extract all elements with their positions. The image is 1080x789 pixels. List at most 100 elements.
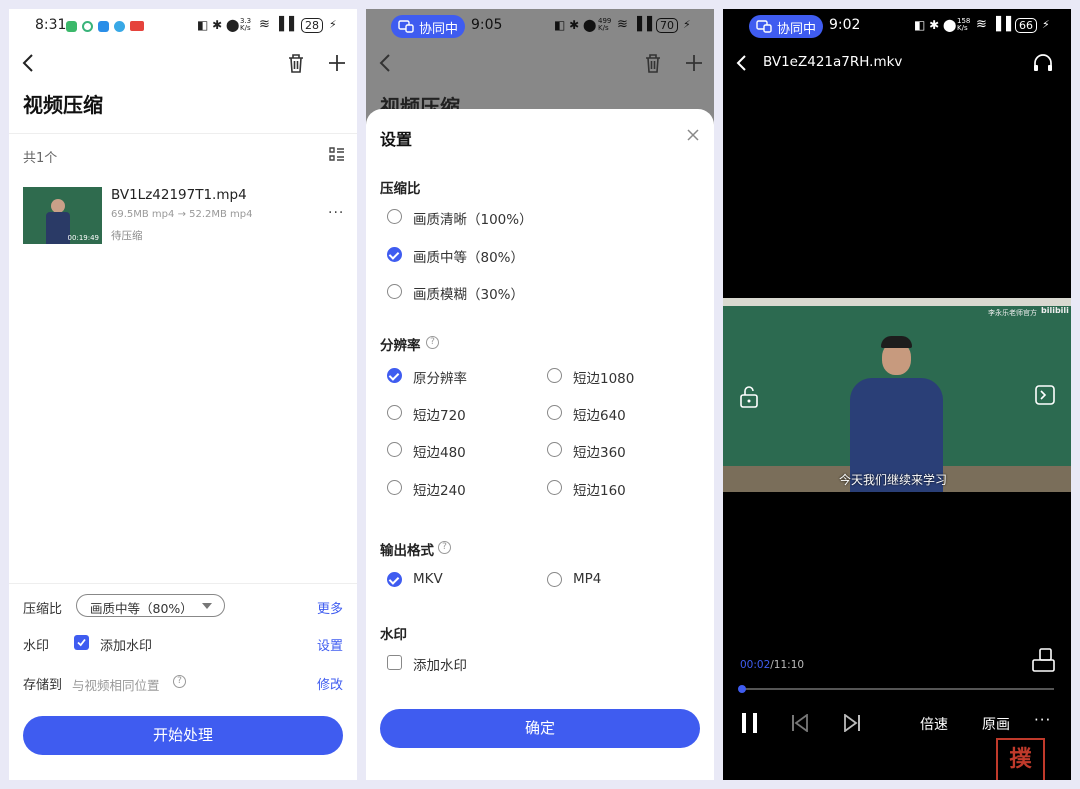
format-option-label[interactable]: MKV — [413, 571, 443, 587]
app-notification-icon — [98, 21, 109, 32]
compress-option-radio[interactable] — [387, 284, 402, 299]
next-icon[interactable] — [843, 714, 861, 732]
app-notification-icon — [82, 21, 93, 32]
compress-option-label[interactable]: 画质清晰（100%） — [413, 208, 533, 228]
collab-badge[interactable]: 协同中 — [391, 15, 465, 38]
charging-icon: ⚡ — [1042, 18, 1050, 31]
compress-dropdown[interactable]: 画质中等（80%） — [76, 594, 225, 617]
battery-icon: 28 — [301, 18, 323, 33]
status-time: 8:31 — [35, 17, 67, 33]
status-time: 9:02 — [829, 17, 861, 33]
playback-speed-button[interactable]: 倍速 — [920, 714, 948, 734]
charging-icon: ⚡ — [683, 18, 691, 31]
quality-button[interactable]: 原画 — [982, 714, 1010, 734]
save-location-label: 存储到 — [23, 678, 63, 693]
start-button[interactable]: 开始处理 — [23, 716, 343, 755]
resolution-option-radio[interactable] — [387, 368, 402, 383]
resolution-option-radio[interactable] — [387, 480, 402, 495]
resolution-option-label[interactable]: 短边480 — [413, 441, 466, 461]
compress-option-radio[interactable] — [387, 247, 402, 262]
watermark-checkbox[interactable] — [74, 635, 89, 650]
close-icon[interactable] — [687, 129, 699, 141]
format-option-label[interactable]: MP4 — [573, 571, 601, 587]
collab-badge[interactable]: 协同中 — [749, 15, 823, 38]
total-time: /11:10 — [770, 659, 805, 671]
resolution-option-label[interactable]: 短边640 — [573, 404, 626, 424]
more-link[interactable]: 更多 — [317, 598, 343, 617]
watermark-checkbox[interactable] — [387, 655, 402, 670]
watermark-section-title: 水印 — [380, 627, 407, 643]
help-icon[interactable]: ? — [438, 541, 451, 554]
previous-icon[interactable] — [791, 714, 809, 732]
video-frame[interactable]: 李永乐老师官方 bilibili 今天我们继续来学习 — [723, 298, 1071, 492]
watermark-label: 水印 — [23, 639, 50, 654]
more-options-icon[interactable]: ··· — [328, 205, 344, 221]
confirm-button[interactable]: 确定 — [380, 709, 700, 748]
resolution-option-label[interactable]: 短边720 — [413, 404, 466, 424]
multi-screen-icon — [756, 20, 772, 33]
format-option-radio[interactable] — [547, 572, 562, 587]
add-icon[interactable] — [327, 53, 347, 73]
resolution-option-label[interactable]: 短边360 — [573, 441, 626, 461]
add-icon — [686, 55, 702, 71]
progress-thumb[interactable] — [738, 685, 746, 693]
more-options-icon[interactable]: ··· — [1034, 711, 1051, 729]
compress-option-label[interactable]: 画质中等（80%） — [413, 246, 524, 266]
compress-option-label[interactable]: 画质模糊（30%） — [413, 283, 524, 303]
list-view-icon[interactable] — [329, 147, 345, 162]
checkmark-icon — [77, 638, 86, 647]
file-size: 69.5MB mp4 → 52.2MB mp4 — [111, 209, 253, 220]
playback-time: 00:02/11:10 — [740, 659, 804, 671]
compress-page: 8:31 ◧ ✱ ⬤ 3.3 K/s ≋ ▐▐ 28 ⚡ 视频压缩 共1个 00… — [9, 9, 357, 780]
resolution-option-label[interactable]: 原分辨率 — [413, 367, 467, 387]
rotate-screen-icon[interactable] — [1032, 648, 1055, 672]
resolution-option-radio[interactable] — [547, 405, 562, 420]
resolution-option-label[interactable]: 短边240 — [413, 479, 466, 499]
resolution-section-title: 分辨率 — [380, 338, 421, 354]
back-arrow-icon — [379, 54, 390, 72]
status-icons: ◧ ✱ ⬤ — [914, 18, 957, 32]
resolution-option-label[interactable]: 短边160 — [573, 479, 626, 499]
help-icon[interactable]: ? — [426, 336, 439, 349]
pause-icon[interactable] — [739, 712, 761, 734]
trash-icon — [646, 54, 660, 73]
format-option-radio[interactable] — [387, 572, 402, 587]
modify-link[interactable]: 修改 — [317, 674, 343, 693]
compress-dropdown-value: 画质中等（80%） — [90, 601, 193, 616]
video-watermark: 李永乐老师官方 — [988, 309, 1037, 317]
compress-label: 压缩比 — [23, 602, 63, 617]
resolution-option-radio[interactable] — [387, 405, 402, 420]
headphones-icon[interactable] — [1032, 53, 1054, 73]
unlock-icon[interactable] — [739, 386, 759, 408]
video-file-name: BV1eZ421a7RH.mkv — [763, 54, 903, 70]
compress-option-radio[interactable] — [387, 209, 402, 224]
progress-track[interactable] — [738, 685, 1054, 693]
app-notification-icon — [66, 21, 77, 32]
resolution-option-radio[interactable] — [547, 368, 562, 383]
help-icon[interactable]: ? — [173, 675, 186, 688]
battery-icon: 70 — [656, 18, 678, 33]
file-status: 待压缩 — [111, 230, 143, 242]
status-time: 9:05 — [471, 17, 503, 33]
status-bar: 8:31 ◧ ✱ ⬤ 3.3 K/s ≋ ▐▐ 28 ⚡ — [9, 9, 357, 43]
watermark-option-label[interactable]: 添加水印 — [413, 654, 467, 674]
network-speed: 3.3 K/s — [240, 17, 252, 32]
resolution-option-label[interactable]: 短边1080 — [573, 367, 634, 387]
status-icons: ◧ ✱ ⬤ — [197, 18, 240, 32]
resolution-option-radio[interactable] — [547, 480, 562, 495]
divider — [9, 583, 357, 584]
back-arrow-icon[interactable] — [735, 53, 749, 73]
video-thumbnail[interactable]: 00:19:49 — [23, 187, 102, 244]
trash-icon[interactable] — [287, 53, 305, 73]
resolution-option-radio[interactable] — [387, 442, 402, 457]
network-speed: 158 K/s — [957, 17, 971, 32]
battery-icon: 66 — [1015, 18, 1037, 33]
back-arrow-icon[interactable] — [21, 53, 35, 73]
watermark-settings-link[interactable]: 设置 — [317, 635, 343, 654]
collab-label: 协同中 — [419, 22, 459, 37]
sheet-title: 设置 — [380, 130, 413, 149]
screenshot-icon[interactable] — [1034, 384, 1056, 406]
resolution-option-radio[interactable] — [547, 442, 562, 457]
video-player-page: 协同中 9:02 ◧ ✱ ⬤ 158 K/s ≋ ▐▐ 66 ⚡ BV1eZ42… — [723, 9, 1071, 780]
compress-section-title: 压缩比 — [380, 181, 421, 197]
